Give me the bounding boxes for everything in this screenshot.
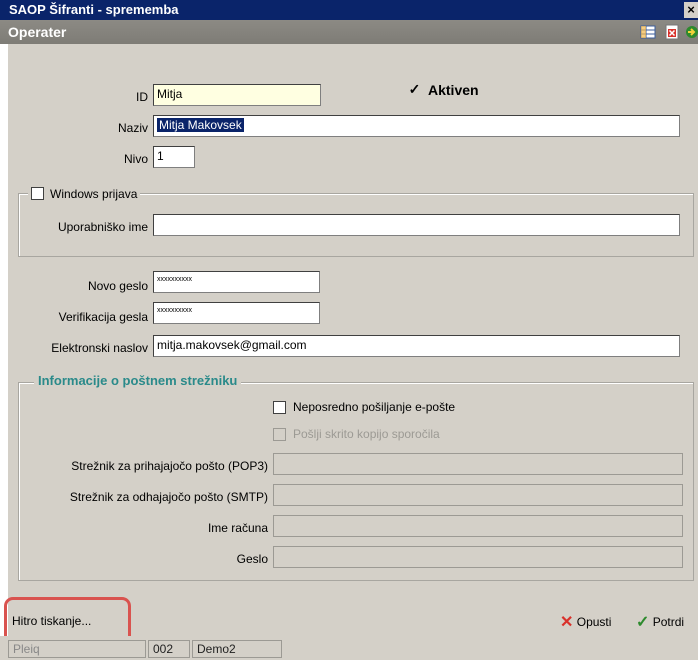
- naziv-input[interactable]: Mitja Makovsek: [153, 115, 680, 137]
- confirm-label: Potrdi: [652, 615, 685, 629]
- account-name-label: Ime računa: [207, 521, 268, 535]
- naziv-value: Mitja Makovsek: [157, 118, 244, 132]
- email-input[interactable]: mitja.makovsek@gmail.com: [153, 335, 680, 357]
- email-label: Elektronski naslov: [51, 341, 148, 355]
- verify-password-input[interactable]: xxxxxxxxxx: [153, 302, 320, 324]
- mail-password-input[interactable]: [273, 546, 683, 568]
- hidden-copy-checkbox[interactable]: [273, 428, 286, 441]
- cancel-button[interactable]: ✕ Opusti: [560, 612, 611, 632]
- id-input[interactable]: Mitja: [153, 84, 321, 106]
- new-password-input[interactable]: xxxxxxxxxx: [153, 271, 320, 293]
- close-button[interactable]: ×: [684, 2, 698, 18]
- checkmark-icon: ✓: [636, 614, 650, 631]
- windows-login-checkbox[interactable]: [31, 187, 44, 201]
- hidden-copy-label: Pošlji skrito kopijo sporočila: [293, 427, 440, 441]
- status-cell-3: Demo2: [192, 640, 282, 658]
- mail-password-label: Geslo: [236, 552, 268, 566]
- nivo-input[interactable]: 1: [153, 146, 195, 168]
- windows-login-label: Windows prijava: [50, 186, 138, 201]
- direct-send-checkbox[interactable]: [273, 401, 286, 414]
- direct-send-label: Neposredno pošiljanje e-pošte: [293, 400, 456, 414]
- windows-login-header: Windows prijava: [28, 186, 141, 202]
- aktiven-checkbox[interactable]: ✓: [408, 82, 421, 97]
- account-name-input[interactable]: [273, 515, 683, 537]
- pop3-label: Strežnik za prihajajočo pošto (POP3): [71, 459, 268, 473]
- verify-password-label: Verifikacija gesla: [58, 310, 148, 324]
- table-icon[interactable]: [640, 24, 656, 40]
- smtp-label: Strežnik za odhajajočo pošto (SMTP): [69, 490, 268, 504]
- window-title: SAOP Šifranti - sprememba: [9, 2, 179, 17]
- nivo-label: Nivo: [123, 152, 148, 166]
- exit-icon[interactable]: [684, 24, 698, 40]
- title-bar: SAOP Šifranti - sprememba ×: [0, 0, 698, 20]
- cancel-label: Opusti: [576, 615, 612, 629]
- aktiven-label: Aktiven: [428, 82, 479, 98]
- status-cell-2: 002: [148, 640, 190, 658]
- form-header-title: Operater: [8, 24, 67, 40]
- id-label: ID: [136, 90, 148, 104]
- form-header: Operater: [0, 20, 698, 44]
- new-password-label: Novo geslo: [87, 279, 148, 293]
- naziv-label: Naziv: [117, 121, 148, 135]
- smtp-input[interactable]: [273, 484, 683, 506]
- username-label: Uporabniško ime: [57, 220, 148, 234]
- confirm-button[interactable]: ✓ Potrdi: [636, 612, 684, 632]
- status-cell-1: Pleiq: [8, 640, 146, 658]
- cancel-doc-icon[interactable]: [664, 24, 680, 40]
- cancel-x-icon: ✕: [560, 614, 574, 631]
- mail-server-header: Informacije o poštnem strežniku: [34, 373, 242, 388]
- pop3-input[interactable]: [273, 453, 683, 475]
- username-input[interactable]: [153, 214, 680, 236]
